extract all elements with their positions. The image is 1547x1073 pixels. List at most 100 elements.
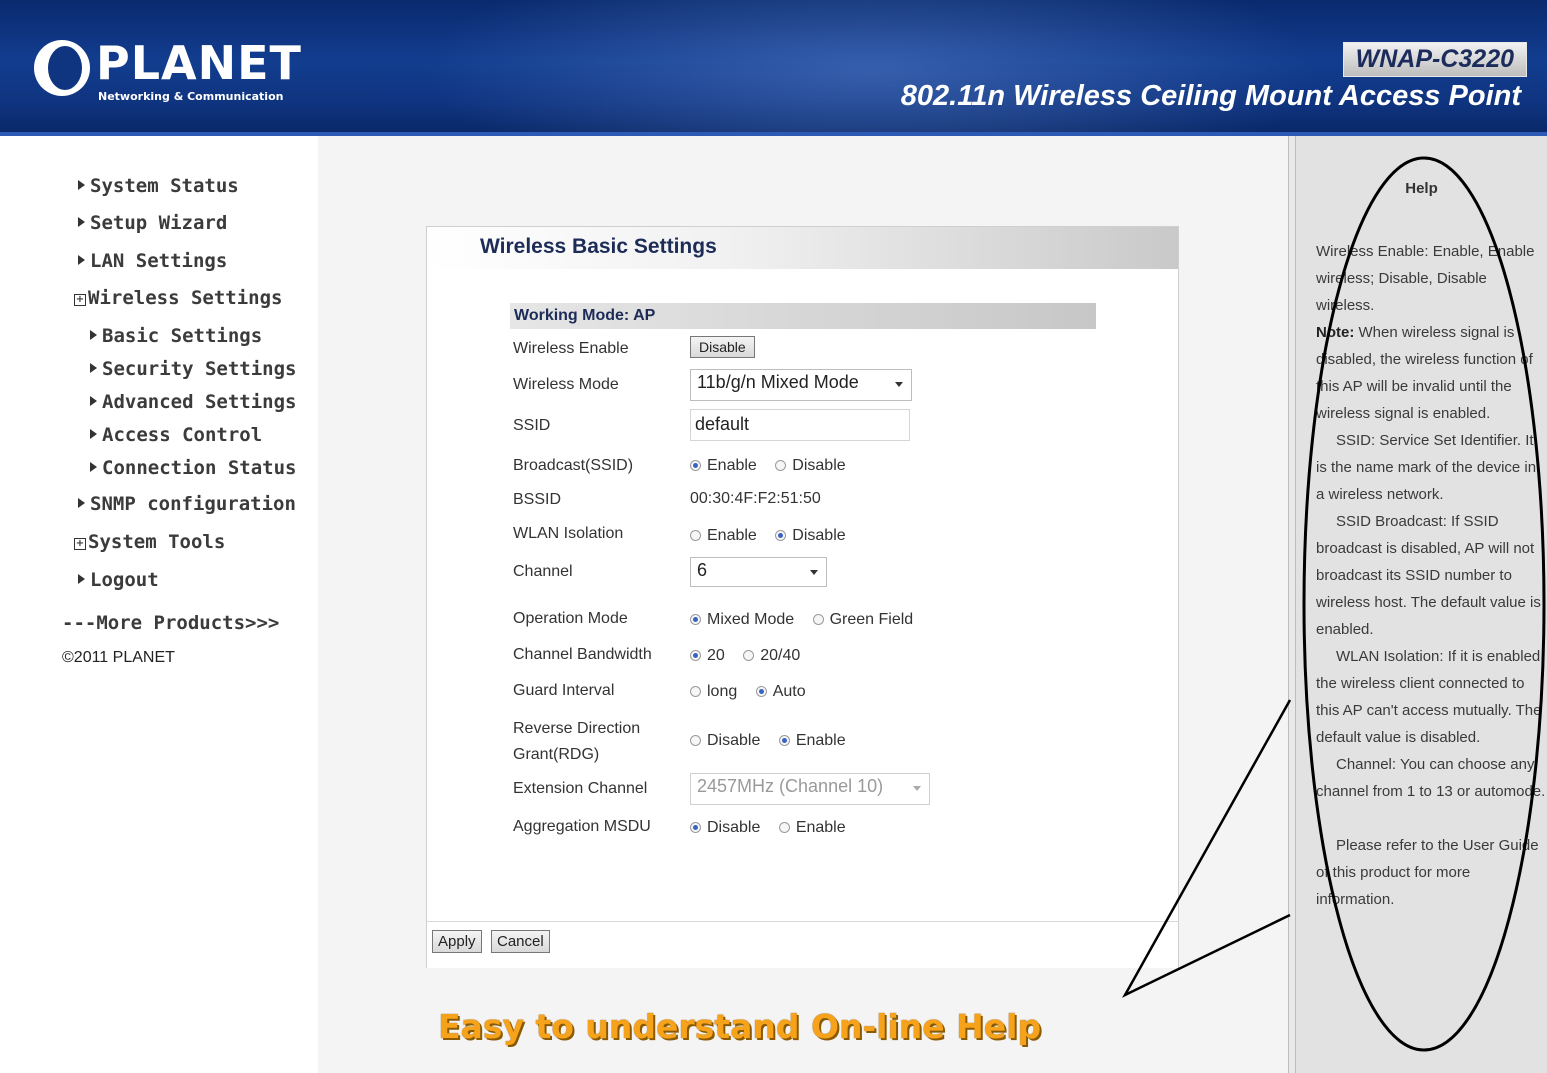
radio-selected-icon	[690, 460, 701, 471]
logo-name: PLANET	[96, 36, 302, 90]
wireless-enable-label: Wireless Enable	[513, 340, 629, 357]
nav-snmp-configuration[interactable]: SNMP configuration	[78, 493, 296, 515]
radio-selected-icon	[775, 530, 787, 541]
page-title: Wireless Basic Settings	[480, 235, 717, 258]
nav-more-products[interactable]: ---More Products>>>	[62, 612, 279, 634]
radio-selected-icon	[778, 735, 790, 746]
arrow-right-icon	[78, 574, 85, 584]
wlan-isolation-radio-group: Enable Disable	[690, 527, 860, 545]
operation-mode-label: Operation Mode	[513, 610, 628, 627]
expand-plus-icon: +	[74, 294, 86, 306]
left-nav: System Status Setup Wizard LAN Settings …	[0, 136, 318, 1073]
isolation-enable-option[interactable]: Enable	[690, 527, 757, 544]
wireless-mode-select[interactable]: 11b/g/n Mixed Mode	[690, 369, 912, 401]
help-ssid-broadcast: SSID Broadcast: If SSID broadcast is dis…	[1316, 513, 1541, 638]
bandwidth-20-option[interactable]: 20	[690, 647, 725, 664]
arrow-right-icon	[78, 180, 85, 190]
ssid-input[interactable]: default	[690, 409, 910, 441]
nav-setup-wizard[interactable]: Setup Wizard	[78, 212, 227, 234]
channel-select[interactable]: 6	[690, 557, 827, 587]
radio-unselected-icon	[775, 460, 787, 471]
guard-interval-radio-group: long Auto	[690, 683, 820, 701]
nav-lan-settings[interactable]: LAN Settings	[78, 250, 227, 272]
radio-unselected-icon	[778, 822, 790, 833]
model-badge: WNAP-C3220	[1342, 42, 1527, 77]
main-content: Wireless Basic Settings Working Mode: AP…	[318, 136, 1288, 1073]
bssid-value: 00:30:4F:F2:51:50	[690, 490, 821, 507]
channel-bandwidth-label: Channel Bandwidth	[513, 646, 652, 663]
nav-system-status[interactable]: System Status	[78, 175, 239, 197]
chevron-down-icon	[913, 786, 921, 791]
rdg-enable-option[interactable]: Enable	[778, 732, 846, 749]
header-banner: PLANET Networking & Communication WNAP-C…	[0, 0, 1547, 136]
msdu-disable-option[interactable]: Disable	[690, 819, 760, 836]
wlan-isolation-label: WLAN Isolation	[513, 525, 624, 542]
frame-divider[interactable]	[1288, 136, 1296, 1073]
nav-access-control[interactable]: Access Control	[90, 424, 262, 446]
radio-unselected-icon	[690, 530, 701, 541]
help-wireless-enable: Wireless Enable: Enable, Enable wireless…	[1316, 243, 1535, 422]
aggregation-msdu-label: Aggregation MSDU	[513, 818, 651, 835]
bssid-label: BSSID	[513, 491, 562, 508]
arrow-right-icon	[90, 363, 97, 373]
chevron-down-icon	[895, 382, 903, 387]
green-field-option[interactable]: Green Field	[812, 611, 913, 628]
arrow-right-icon	[78, 255, 85, 265]
guard-long-option[interactable]: long	[690, 683, 737, 700]
nav-wireless-settings[interactable]: + Wireless Settings	[74, 287, 282, 309]
help-channel: Channel: You can choose any channel from…	[1316, 756, 1546, 800]
apply-button[interactable]: Apply	[432, 930, 482, 953]
arrow-right-icon	[78, 498, 85, 508]
help-text: Wireless Enable: Enable, Enable wireless…	[1316, 238, 1547, 913]
rdg-disable-option[interactable]: Disable	[690, 732, 760, 749]
radio-unselected-icon	[690, 686, 701, 697]
extension-channel-select: 2457MHz (Channel 10)	[690, 773, 930, 805]
wireless-basic-settings-panel: Wireless Basic Settings Working Mode: AP…	[426, 226, 1179, 968]
channel-label: Channel	[513, 563, 573, 580]
nav-security-settings[interactable]: Security Settings	[90, 358, 296, 380]
msdu-enable-option[interactable]: Enable	[778, 819, 846, 836]
broadcast-enable-option[interactable]: Enable	[690, 457, 757, 474]
guard-auto-option[interactable]: Auto	[755, 683, 806, 700]
arrow-right-icon	[90, 462, 97, 472]
radio-selected-icon	[690, 614, 701, 625]
radio-selected-icon	[690, 822, 701, 833]
help-refer: Please refer to the User Guide of this p…	[1316, 837, 1539, 908]
radio-selected-icon	[690, 650, 701, 661]
radio-unselected-icon	[743, 650, 755, 661]
bandwidth-20-40-option[interactable]: 20/40	[743, 647, 800, 664]
help-title: Help	[1405, 180, 1438, 197]
rdg-label: Reverse Direction Grant(RDG)	[513, 720, 641, 763]
nav-logout[interactable]: Logout	[78, 569, 159, 591]
radio-unselected-icon	[690, 735, 701, 746]
chevron-down-icon	[810, 570, 818, 575]
product-title: 802.11n Wireless Ceiling Mount Access Po…	[900, 80, 1521, 112]
help-wlan-isolation: WLAN Isolation: If it is enabled, the wi…	[1316, 648, 1545, 746]
operation-mode-radio-group: Mixed Mode Green Field	[690, 611, 927, 629]
expand-plus-icon: +	[74, 538, 86, 550]
radio-unselected-icon	[812, 614, 824, 625]
arrow-right-icon	[90, 429, 97, 439]
logo-tagline: Networking & Communication	[98, 90, 284, 103]
broadcast-ssid-label: Broadcast(SSID)	[513, 457, 634, 474]
wireless-mode-label: Wireless Mode	[513, 376, 619, 393]
planet-logo-icon	[34, 40, 90, 96]
mixed-mode-option[interactable]: Mixed Mode	[690, 611, 794, 628]
wireless-disable-button[interactable]: Disable	[690, 336, 755, 358]
panel-header: Wireless Basic Settings	[427, 227, 1178, 269]
cancel-button[interactable]: Cancel	[491, 930, 550, 953]
nav-advanced-settings[interactable]: Advanced Settings	[90, 391, 296, 413]
rdg-radio-group: Disable Enable	[690, 732, 860, 750]
aggregation-msdu-radio-group: Disable Enable	[690, 819, 860, 837]
help-panel: Help Wireless Enable: Enable, Enable wir…	[1296, 136, 1547, 1073]
nav-basic-settings[interactable]: Basic Settings	[90, 325, 262, 347]
ssid-label: SSID	[513, 417, 551, 434]
online-help-callout: Easy to understand On-line Help	[438, 1007, 1042, 1046]
panel-actions: Apply Cancel	[427, 921, 1178, 968]
nav-system-tools[interactable]: + System Tools	[74, 531, 225, 553]
isolation-disable-option[interactable]: Disable	[775, 527, 846, 544]
extension-channel-label: Extension Channel	[513, 780, 648, 797]
header-glow	[420, 0, 1320, 136]
nav-connection-status[interactable]: Connection Status	[90, 457, 296, 479]
broadcast-disable-option[interactable]: Disable	[775, 457, 846, 474]
